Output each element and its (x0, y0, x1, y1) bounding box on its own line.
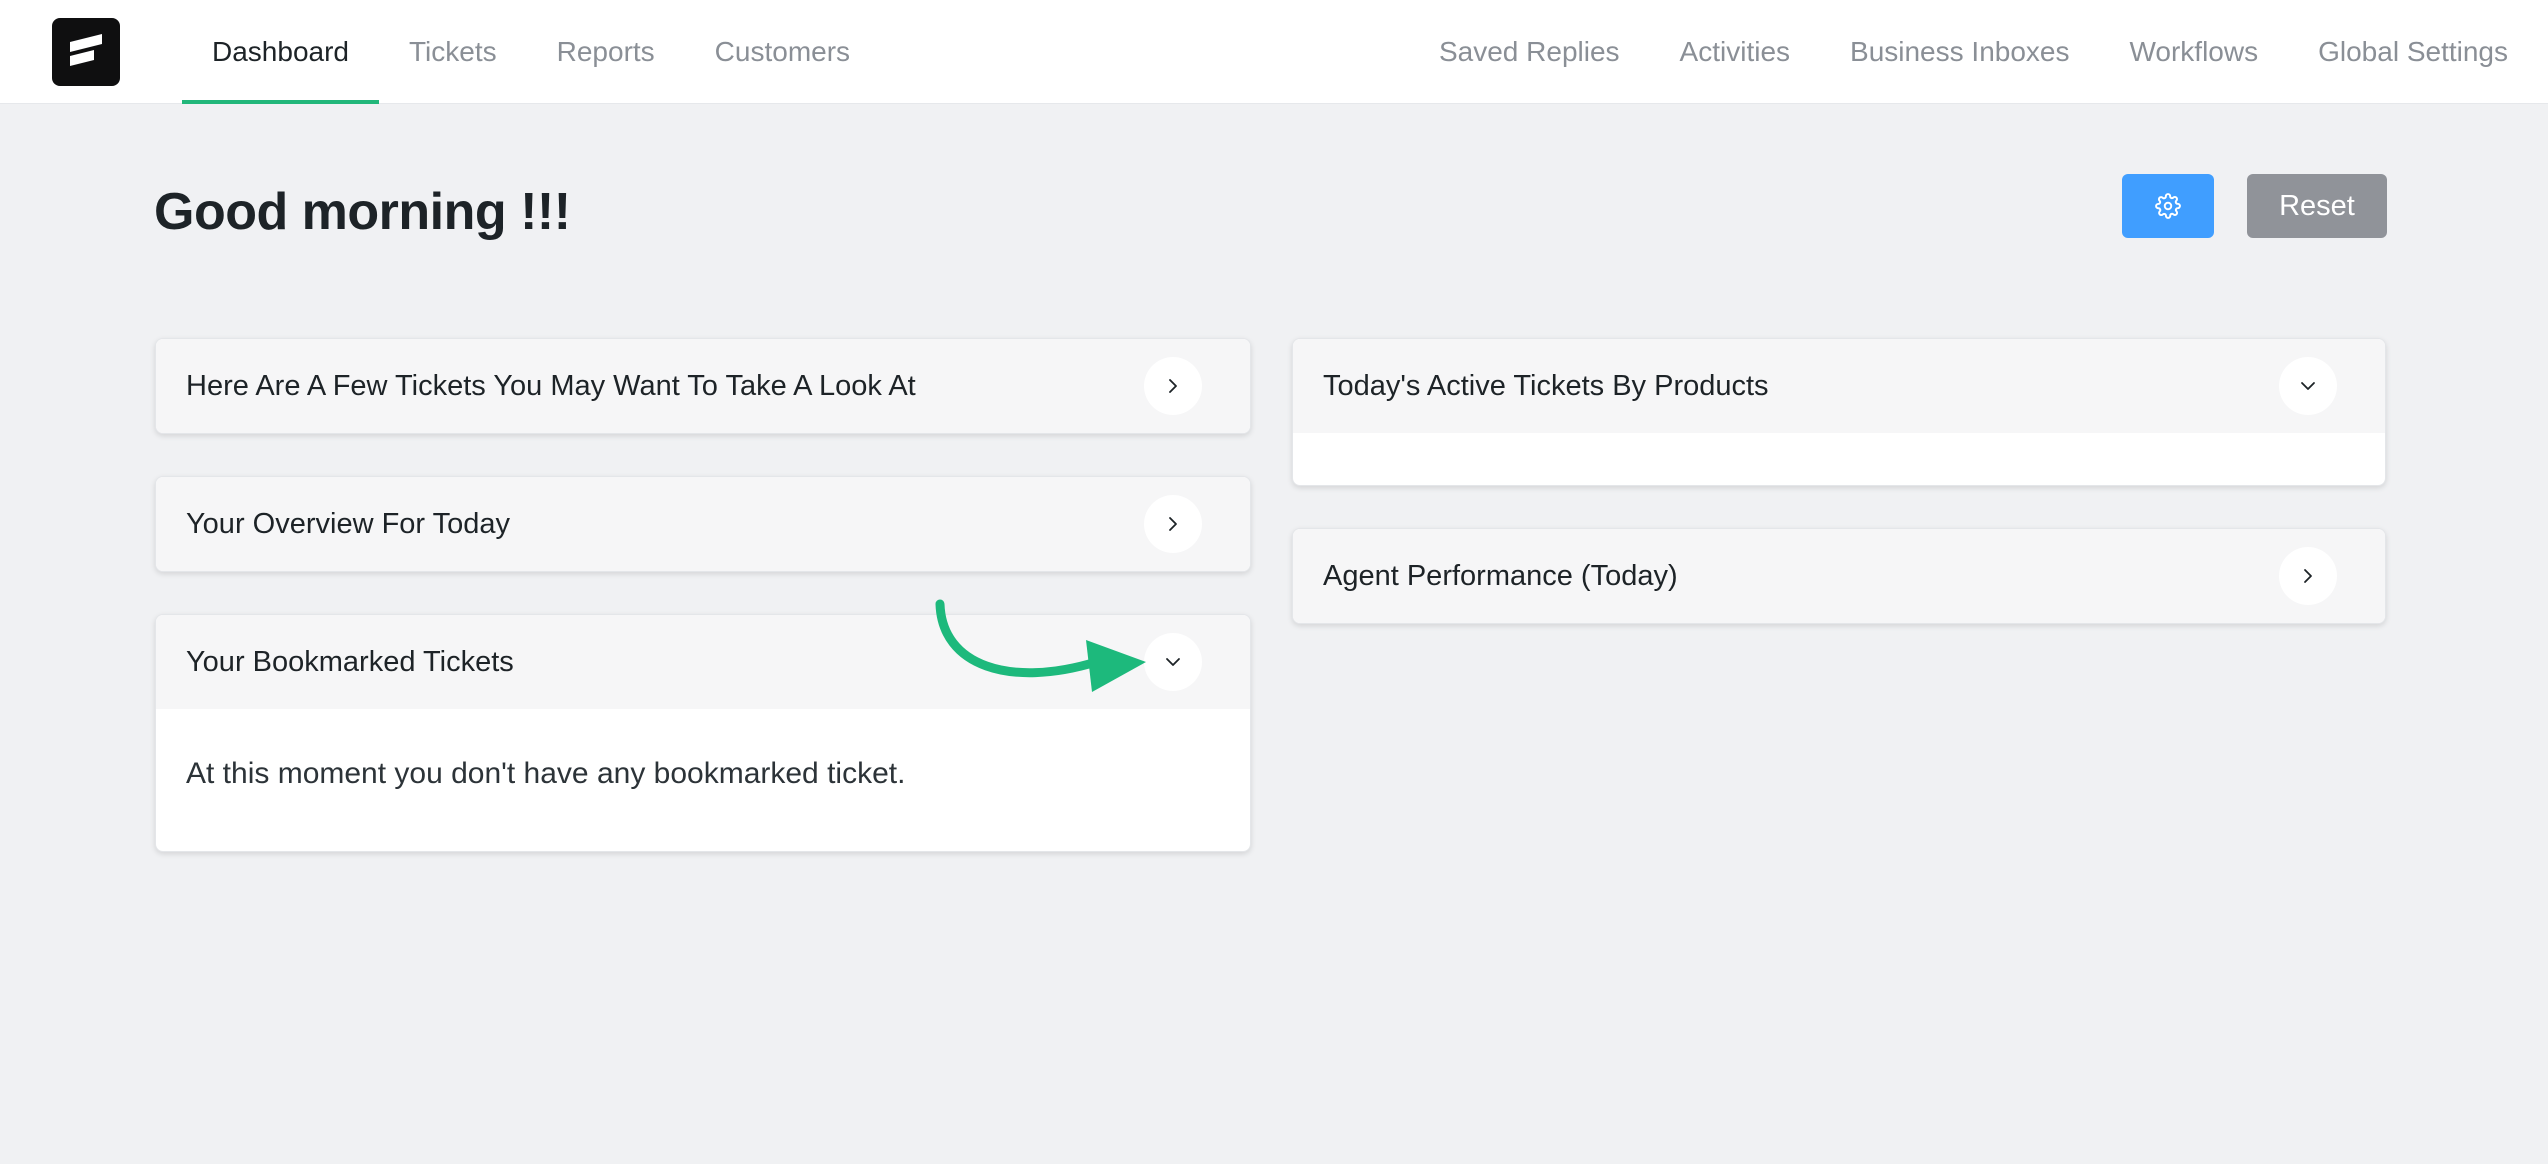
nav-activities[interactable]: Activities (1650, 0, 1820, 104)
fluent-support-logo-icon (70, 34, 102, 66)
nav-workflows[interactable]: Workflows (2099, 0, 2288, 104)
card-header[interactable]: Your Bookmarked Tickets (156, 615, 1250, 709)
empty-state-text: At this moment you don't have any bookma… (186, 757, 906, 790)
app-logo[interactable] (52, 18, 120, 86)
card-header[interactable]: Here Are A Few Tickets You May Want To T… (156, 339, 1250, 433)
collapse-button[interactable] (2279, 357, 2337, 415)
chevron-right-icon (2304, 569, 2312, 583)
main-nav: Dashboard Tickets Reports Customers (182, 0, 880, 104)
nav-tickets[interactable]: Tickets (379, 0, 527, 104)
card-overview-today: Your Overview For Today (155, 476, 1251, 572)
reset-button[interactable]: Reset (2247, 174, 2387, 238)
card-title: Your Bookmarked Tickets (186, 645, 514, 678)
dashboard-settings-button[interactable] (2122, 174, 2214, 238)
secondary-nav: Saved Replies Activities Business Inboxe… (1409, 0, 2538, 104)
card-agent-performance: Agent Performance (Today) (1292, 528, 2386, 624)
nav-dashboard[interactable]: Dashboard (182, 0, 379, 104)
top-navigation: Dashboard Tickets Reports Customers Save… (0, 0, 2548, 104)
card-title: Agent Performance (Today) (1323, 559, 1678, 592)
card-active-tickets-by-products: Today's Active Tickets By Products (1292, 338, 2386, 486)
card-body: At this moment you don't have any bookma… (156, 709, 1250, 851)
collapse-button[interactable] (1144, 633, 1202, 691)
card-header[interactable]: Agent Performance (Today) (1293, 529, 2385, 623)
nav-business-inboxes[interactable]: Business Inboxes (1820, 0, 2099, 104)
chevron-right-icon (1169, 379, 1177, 393)
card-tickets-to-look-at: Here Are A Few Tickets You May Want To T… (155, 338, 1251, 434)
nav-saved-replies[interactable]: Saved Replies (1409, 0, 1650, 104)
card-title: Today's Active Tickets By Products (1323, 369, 1769, 402)
expand-button[interactable] (1144, 357, 1202, 415)
nav-reports[interactable]: Reports (527, 0, 685, 104)
nav-customers[interactable]: Customers (685, 0, 880, 104)
card-title: Your Overview For Today (186, 507, 510, 540)
gear-icon (2155, 193, 2181, 219)
card-bookmarked-tickets: Your Bookmarked Tickets At this moment y… (155, 614, 1251, 852)
card-title: Here Are A Few Tickets You May Want To T… (186, 369, 916, 402)
chevron-down-icon (1166, 658, 1180, 666)
expand-button[interactable] (1144, 495, 1202, 553)
card-header[interactable]: Your Overview For Today (156, 477, 1250, 571)
chevron-down-icon (2301, 382, 2315, 390)
card-header[interactable]: Today's Active Tickets By Products (1293, 339, 2385, 433)
chevron-right-icon (1169, 517, 1177, 531)
expand-button[interactable] (2279, 547, 2337, 605)
nav-global-settings[interactable]: Global Settings (2288, 0, 2538, 104)
page-title: Good morning !!! (154, 183, 571, 241)
